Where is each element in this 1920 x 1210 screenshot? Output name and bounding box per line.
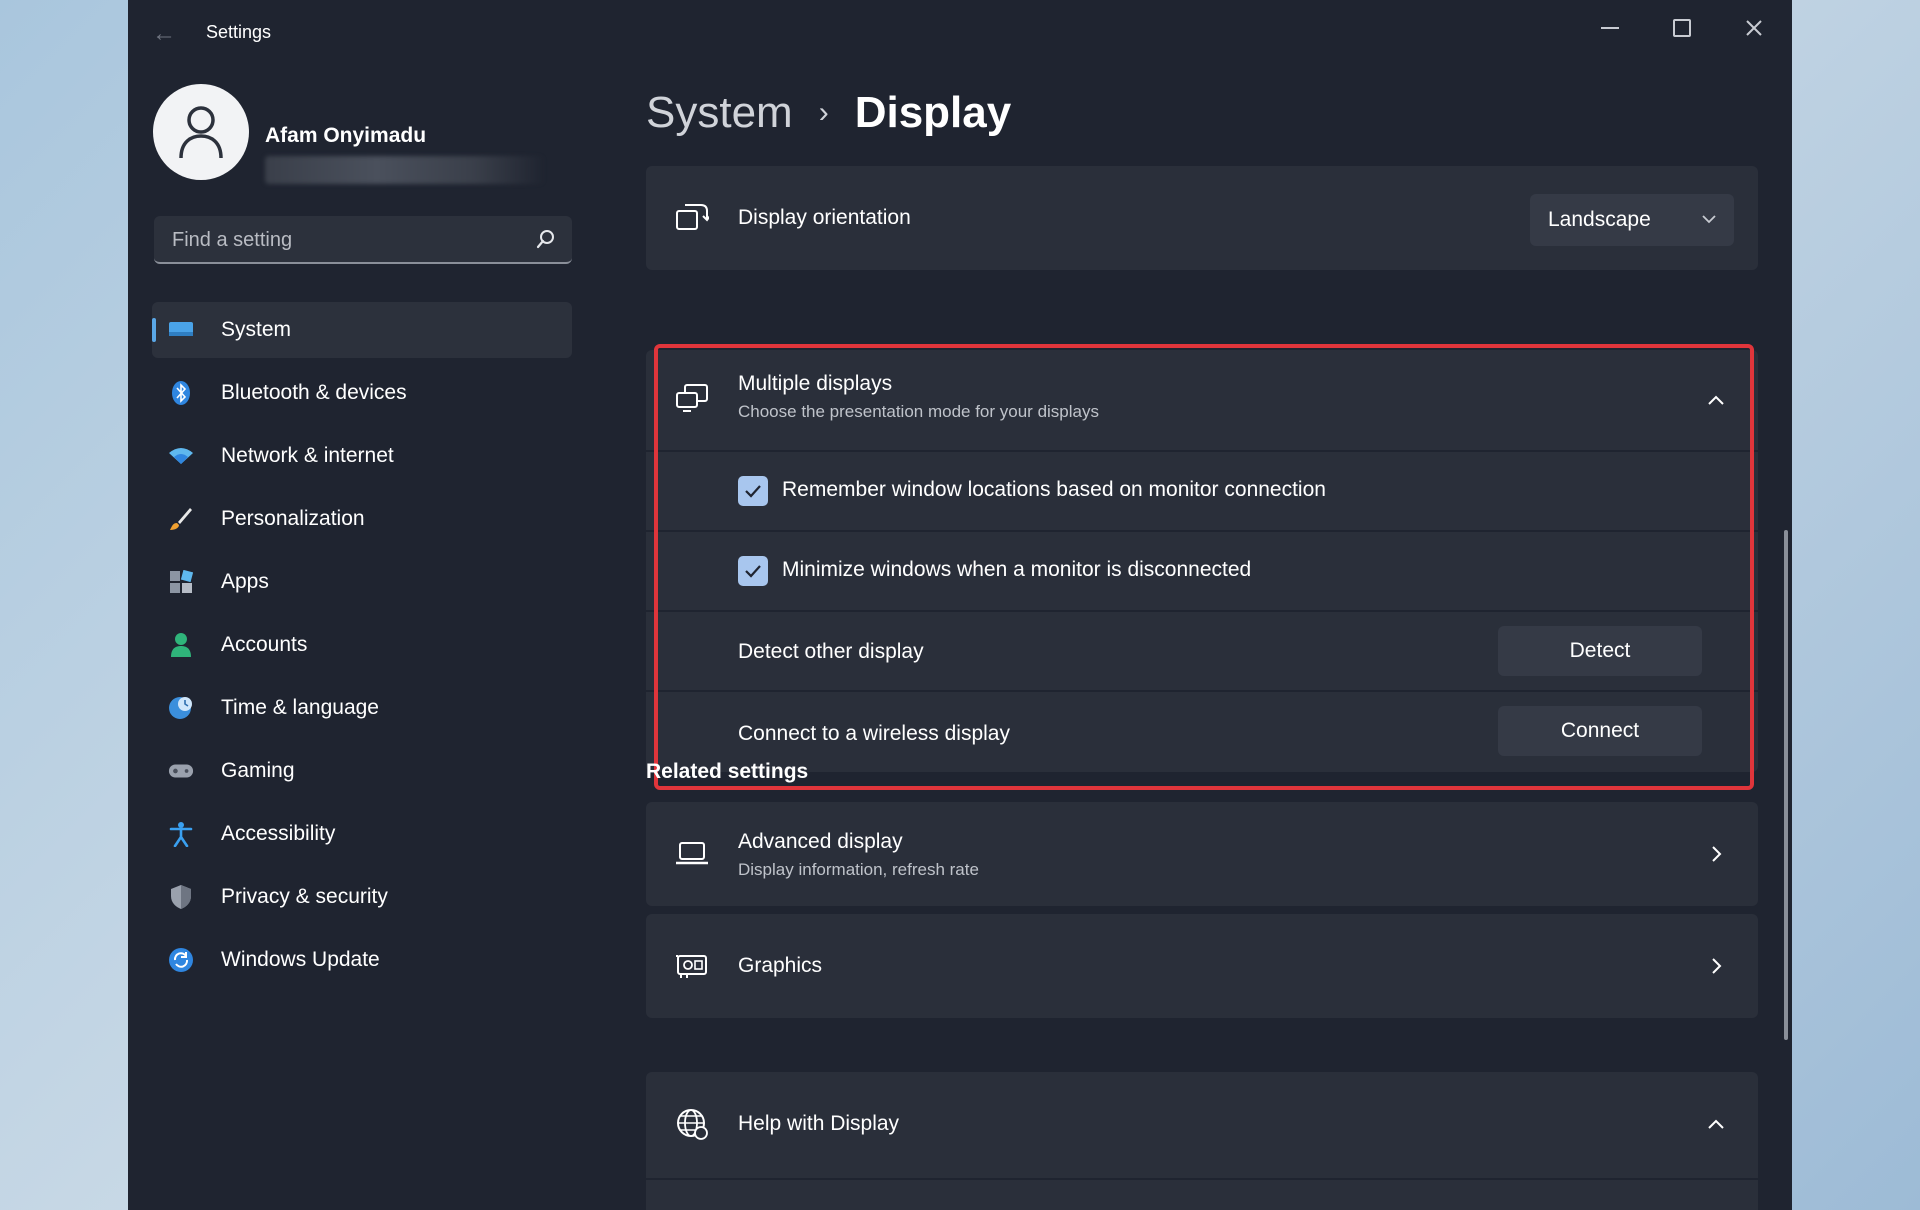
search-input[interactable]	[170, 216, 534, 264]
laptop-icon	[674, 836, 710, 872]
sidebar-item-label: System	[221, 318, 292, 341]
apps-icon	[168, 569, 194, 595]
sidebar-item-label: Bluetooth & devices	[221, 381, 407, 404]
chevron-up-icon[interactable]	[1704, 1112, 1728, 1136]
sidebar-item-label: Accounts	[221, 633, 308, 656]
search-icon[interactable]	[536, 229, 556, 249]
close-icon	[1746, 20, 1762, 36]
sidebar-item-label: Time & language	[221, 696, 379, 719]
graphics-card-icon	[674, 948, 710, 984]
sidebar-item-label: Accessibility	[221, 822, 336, 845]
sidebar-item-label: Personalization	[221, 507, 365, 530]
person-avatar-icon	[179, 106, 223, 159]
sidebar-nav: System Bluetooth & devices Network & int…	[152, 302, 572, 995]
sidebar-item-privacy-security[interactable]: Privacy & security	[152, 869, 572, 925]
brush-icon	[168, 506, 194, 532]
maximize-icon	[1673, 19, 1691, 37]
chevron-right-icon	[1704, 954, 1728, 978]
title-bar: ← Settings	[128, 0, 1792, 66]
minimize-button[interactable]	[1582, 6, 1638, 50]
advanced-display-subtitle: Display information, refresh rate	[738, 860, 979, 879]
advanced-display-card[interactable]: Advanced display Display information, re…	[646, 802, 1758, 906]
red-highlight-annotation	[654, 344, 1754, 790]
graphics-card[interactable]: Graphics	[646, 914, 1758, 1018]
graphics-title: Graphics	[738, 954, 823, 977]
avatar	[153, 84, 249, 180]
chevron-right-icon	[1704, 842, 1728, 866]
help-with-display-card[interactable]: Help with Display	[646, 1072, 1758, 1178]
person-icon	[168, 632, 194, 658]
main-content: System › Display Display orientation Lan…	[638, 66, 1758, 1210]
chevron-down-icon	[1702, 215, 1716, 224]
system-icon	[168, 317, 194, 343]
search-box[interactable]	[154, 216, 572, 264]
scrollbar[interactable]	[1784, 530, 1788, 1040]
sidebar: Afam Onyimadu System Bluetooth & devi	[128, 66, 598, 1210]
back-arrow-icon[interactable]: ←	[148, 18, 180, 50]
sidebar-item-label: Privacy & security	[221, 885, 388, 908]
close-button[interactable]	[1726, 6, 1782, 50]
user-name: Afam Onyimadu	[265, 124, 427, 147]
globe-help-icon	[674, 1106, 710, 1142]
display-orientation-card: Display orientation Landscape	[646, 166, 1758, 270]
advanced-display-title: Advanced display	[738, 830, 903, 853]
related-settings-heading: Related settings	[646, 760, 809, 783]
sidebar-item-accounts[interactable]: Accounts	[152, 617, 572, 673]
sidebar-item-apps[interactable]: Apps	[152, 554, 572, 610]
sidebar-item-label: Network & internet	[221, 444, 394, 467]
sidebar-item-label: Apps	[221, 570, 269, 593]
globe-clock-icon	[168, 695, 194, 721]
gamepad-icon	[168, 758, 194, 784]
maximize-button[interactable]	[1654, 6, 1710, 50]
bluetooth-icon	[168, 380, 194, 406]
sidebar-item-system[interactable]: System	[152, 302, 572, 358]
user-profile[interactable]: Afam Onyimadu	[153, 84, 593, 184]
sidebar-item-gaming[interactable]: Gaming	[152, 743, 572, 799]
sidebar-item-network[interactable]: Network & internet	[152, 428, 572, 484]
breadcrumb: System › Display	[646, 88, 1011, 138]
breadcrumb-parent[interactable]: System	[646, 88, 793, 138]
sidebar-item-personalization[interactable]: Personalization	[152, 491, 572, 547]
minimize-icon	[1601, 27, 1619, 29]
sidebar-item-windows-update[interactable]: Windows Update	[152, 932, 572, 988]
shield-icon	[168, 884, 194, 910]
app-title: Settings	[206, 22, 272, 42]
page-title: Display	[854, 88, 1012, 137]
rotate-screen-icon	[674, 200, 710, 236]
accessibility-icon	[168, 821, 194, 847]
user-email-redacted	[265, 156, 545, 184]
display-orientation-label: Display orientation	[738, 206, 911, 229]
orientation-dropdown[interactable]: Landscape	[1530, 194, 1734, 246]
sidebar-item-time-language[interactable]: Time & language	[152, 680, 572, 736]
settings-window: ← Settings Afam Onyimadu Find a setting …	[128, 0, 1792, 1210]
breadcrumb-separator: ›	[818, 96, 829, 129]
sidebar-item-label: Gaming	[221, 759, 295, 782]
sidebar-item-label: Windows Update	[221, 948, 380, 971]
help-with-display-title: Help with Display	[738, 1112, 900, 1135]
wifi-icon	[168, 443, 194, 469]
help-content-card	[646, 1180, 1758, 1210]
sidebar-item-bluetooth[interactable]: Bluetooth & devices	[152, 365, 572, 421]
orientation-value: Landscape	[1548, 208, 1651, 231]
sidebar-item-accessibility[interactable]: Accessibility	[152, 806, 572, 862]
update-icon	[168, 947, 194, 973]
